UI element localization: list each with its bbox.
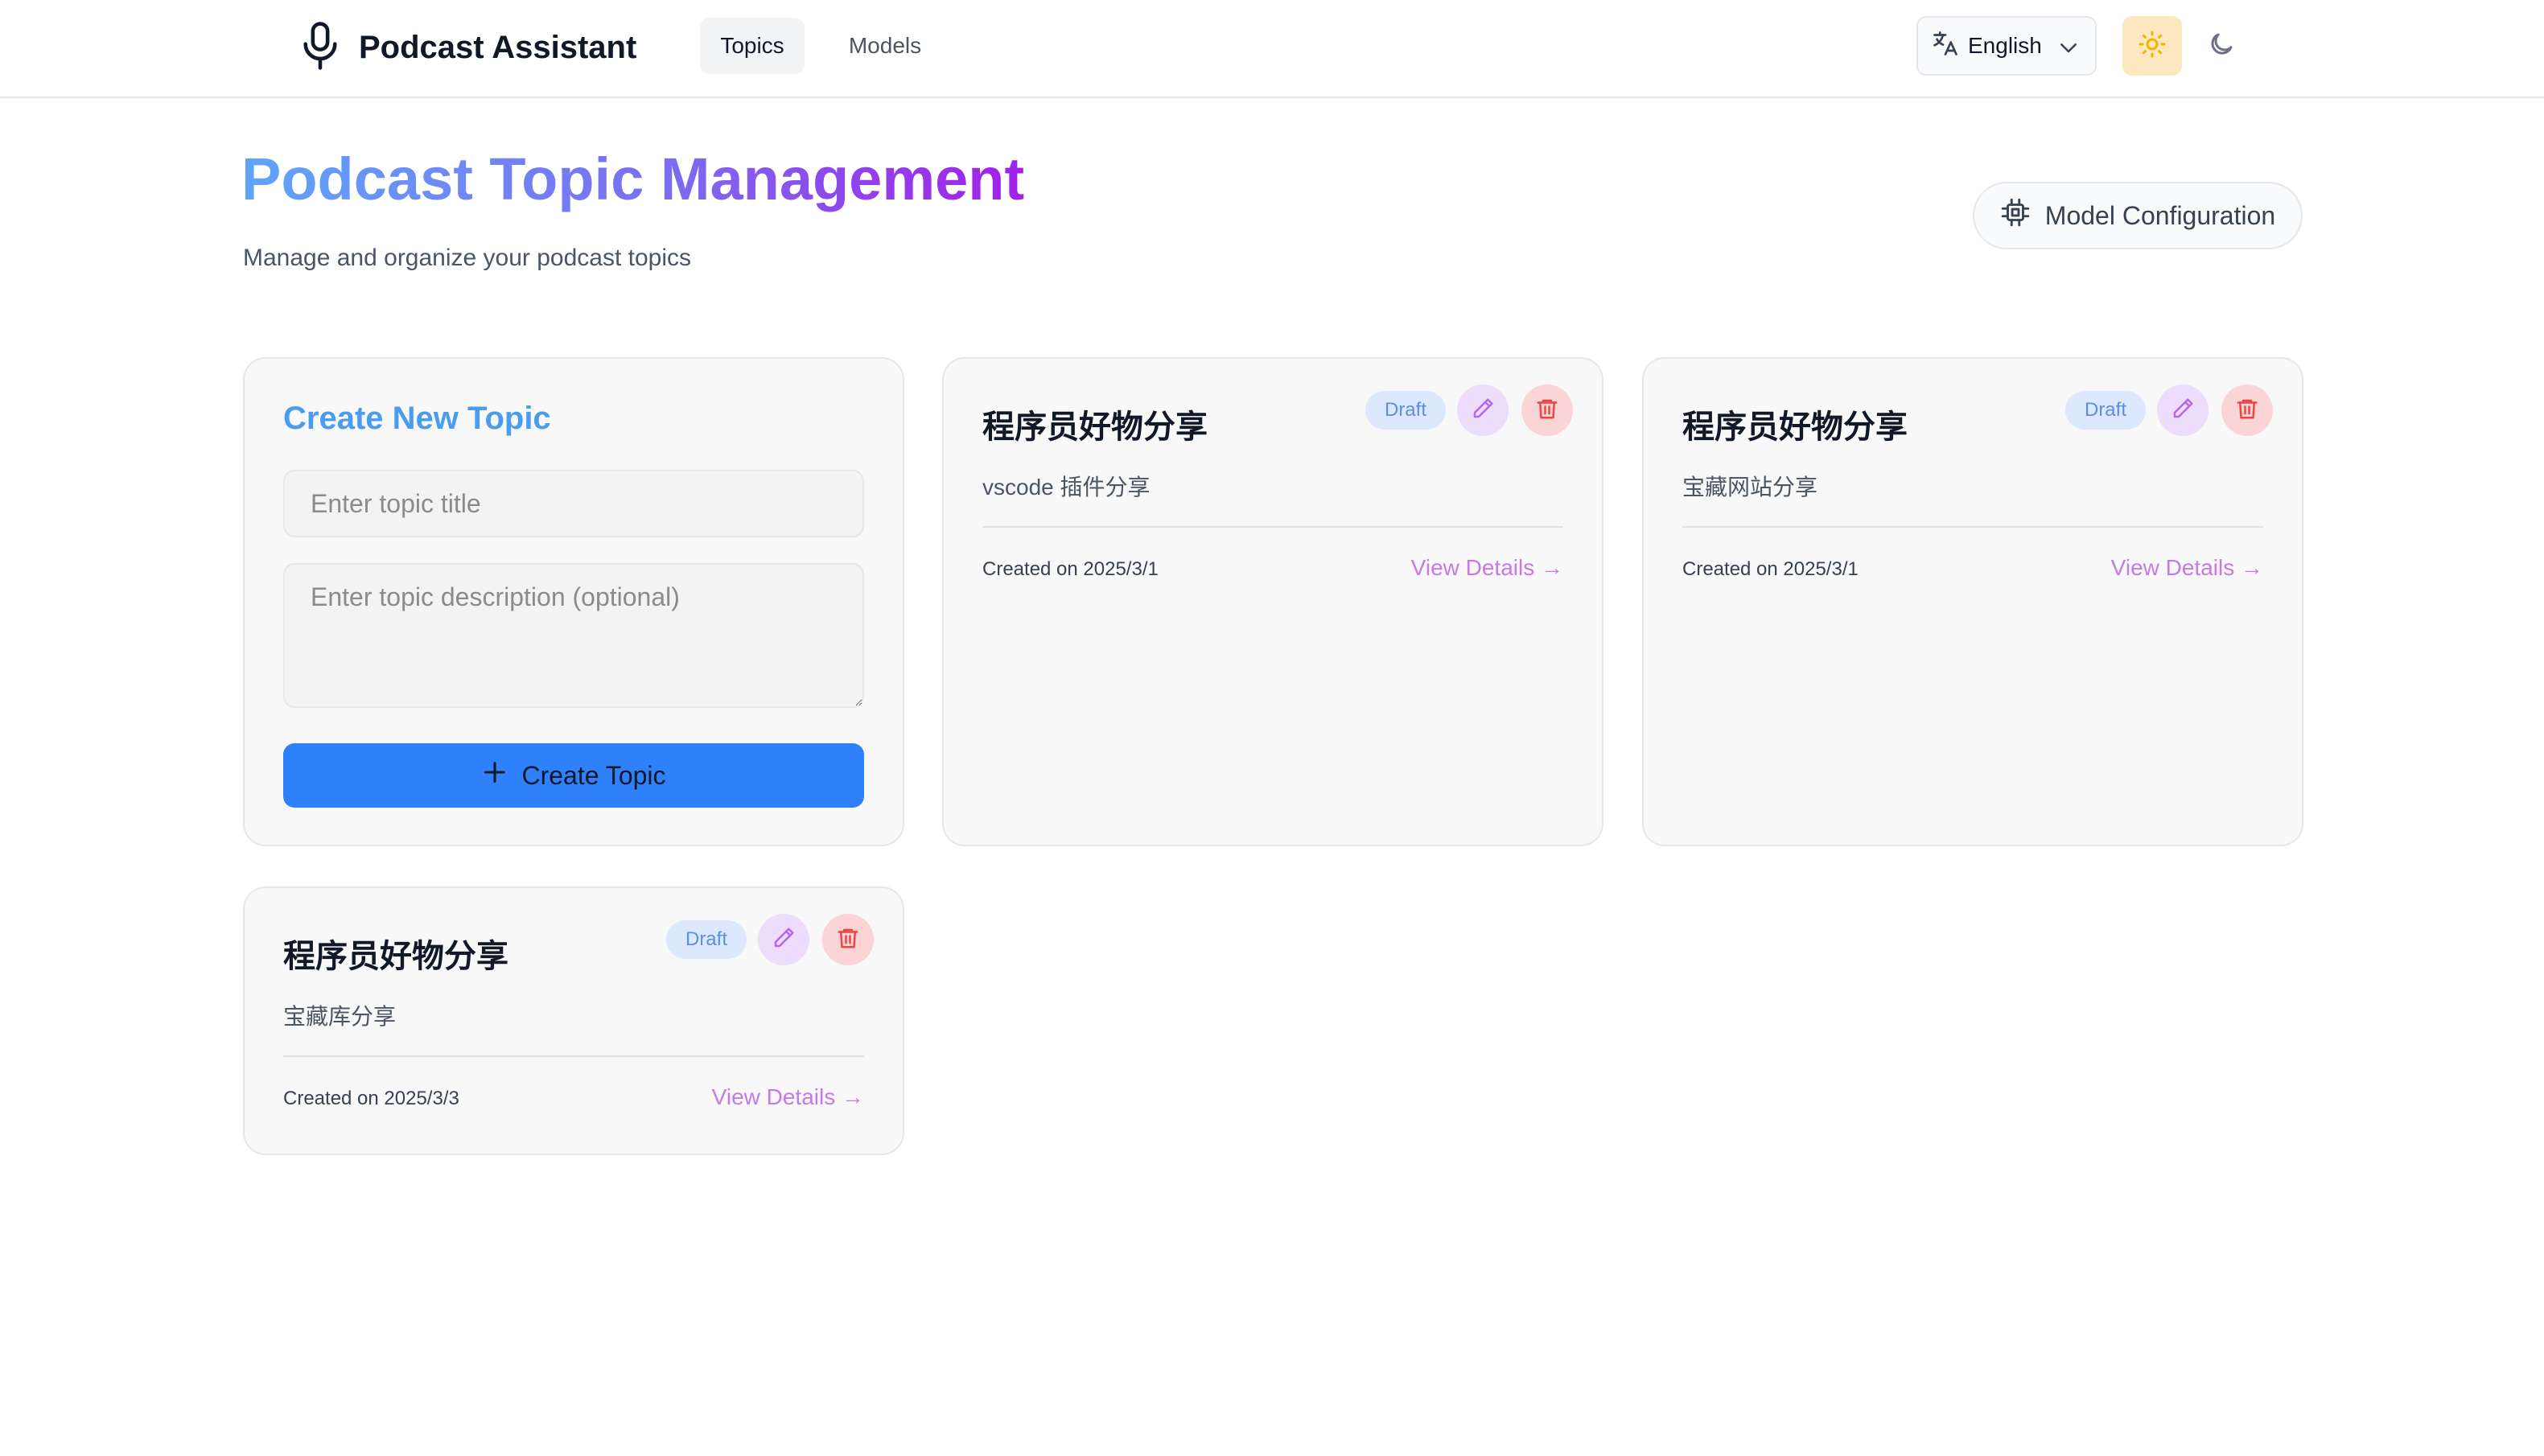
status-badge: Draft	[666, 920, 747, 959]
divider	[1682, 526, 2263, 528]
language-label: English	[1968, 33, 2042, 58]
trash-icon	[836, 926, 860, 954]
create-topic-card: Create New Topic Create Topic	[243, 357, 904, 846]
topic-title-input[interactable]	[283, 470, 864, 537]
moon-icon	[2207, 30, 2236, 63]
plus-icon	[481, 759, 521, 792]
created-date: Created on 2025/3/3	[283, 1088, 459, 1109]
page-subtitle: Manage and organize your podcast topics	[243, 245, 692, 271]
create-topic-label: Create Topic	[521, 760, 666, 790]
cpu-chip-icon	[2000, 197, 2045, 234]
pencil-icon	[1471, 397, 1495, 425]
top-navbar: Podcast Assistant Topics Models English	[0, 0, 2544, 98]
created-date: Created on 2025/3/1	[982, 558, 1159, 580]
pencil-icon	[772, 926, 796, 954]
brand[interactable]: Podcast Assistant	[298, 19, 636, 76]
dark-theme-button[interactable]	[2192, 16, 2251, 76]
delete-topic-button[interactable]	[822, 914, 874, 965]
translate-icon	[1931, 29, 1960, 64]
app-title: Podcast Assistant	[359, 29, 637, 65]
model-configuration-button[interactable]: Model Configuration	[1973, 182, 2303, 249]
topic-title: 程序员好物分享	[1682, 409, 1908, 445]
topic-card[interactable]: 程序员好物分享 Draft 宝藏库分享 Created on 2025/3/3 …	[243, 886, 904, 1155]
chevron-down-icon	[2056, 35, 2081, 60]
trash-icon	[1535, 397, 1559, 425]
language-select[interactable]: English	[1916, 16, 2097, 76]
pencil-icon	[2171, 397, 2195, 425]
topic-description: vscode 插件分享	[982, 475, 1151, 500]
edit-topic-button[interactable]	[758, 914, 809, 965]
topic-card[interactable]: 程序员好物分享 Draft 宝藏网站分享 Created on 2025/3/1…	[1642, 357, 2303, 846]
status-badge: Draft	[2065, 391, 2146, 430]
edit-topic-button[interactable]	[2157, 385, 2209, 436]
microphone-icon	[298, 20, 343, 76]
view-details-link[interactable]: View Details →	[712, 1084, 864, 1110]
divider	[982, 526, 1563, 528]
view-details-link[interactable]: View Details →	[1411, 555, 1563, 581]
created-date: Created on 2025/3/1	[1682, 558, 1859, 580]
nav-tab-topics[interactable]: Topics	[700, 18, 805, 74]
create-topic-button[interactable]: Create Topic	[283, 743, 864, 808]
page-title: Podcast Topic Management	[241, 146, 1025, 212]
topic-card[interactable]: 程序员好物分享 Draft vscode 插件分享 Created on 202…	[942, 357, 1603, 846]
create-topic-heading: Create New Topic	[283, 401, 551, 436]
view-details-link[interactable]: View Details →	[2111, 555, 2263, 581]
delete-topic-button[interactable]	[2221, 385, 2273, 436]
topic-description: 宝藏库分享	[283, 1004, 397, 1029]
divider	[283, 1055, 864, 1057]
sun-icon	[2138, 30, 2167, 63]
status-badge: Draft	[1365, 391, 1446, 430]
topic-title: 程序员好物分享	[283, 939, 508, 974]
edit-topic-button[interactable]	[1457, 385, 1509, 436]
topic-title: 程序员好物分享	[982, 409, 1208, 445]
light-theme-button[interactable]	[2122, 16, 2182, 76]
trash-icon	[2235, 397, 2259, 425]
model-configuration-label: Model Configuration	[2044, 200, 2276, 230]
topic-description: 宝藏网站分享	[1682, 475, 1818, 500]
nav-tab-models[interactable]: Models	[829, 18, 941, 74]
topic-description-input[interactable]	[283, 563, 864, 708]
delete-topic-button[interactable]	[1521, 385, 1573, 436]
